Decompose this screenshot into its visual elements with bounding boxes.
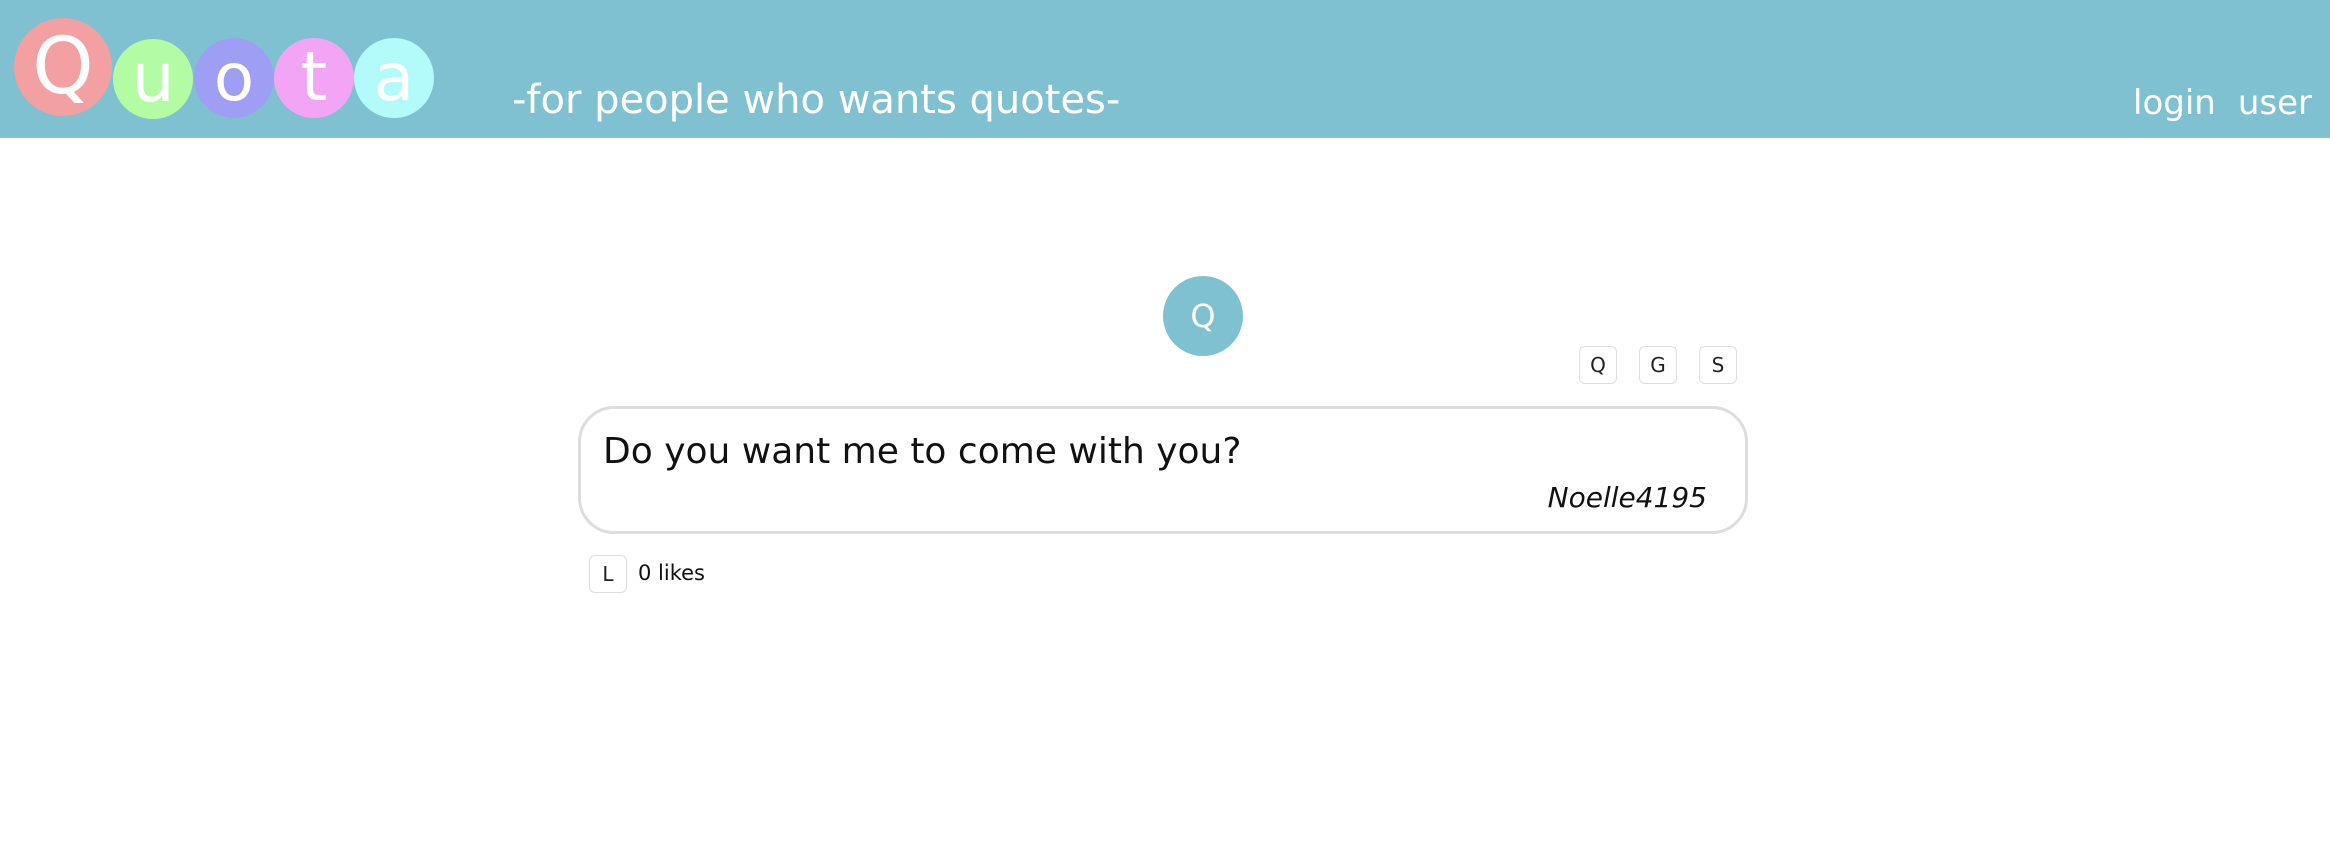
logo[interactable]: Q u o t a (0, 0, 460, 138)
logo-letter-u: u (113, 39, 193, 119)
like-button[interactable]: L (589, 555, 627, 593)
header-nav: login user (2133, 78, 2312, 128)
q-action-button[interactable]: Q (1579, 346, 1617, 384)
site-header: Q u o t a -for people who wants quotes- … (0, 0, 2330, 138)
quote-avatar[interactable]: Q (1163, 276, 1243, 356)
s-action-button[interactable]: S (1699, 346, 1737, 384)
logo-letter-q: Q (14, 18, 112, 116)
logo-letter-o: o (194, 38, 274, 118)
quote-card: Do you want me to come with you? Noelle4… (578, 406, 1748, 534)
login-link[interactable]: login (2133, 78, 2216, 128)
likes-count: 0 likes (638, 561, 705, 585)
logo-letter-a: a (354, 38, 434, 118)
site-tagline: -for people who wants quotes- (512, 77, 1121, 123)
quote-author[interactable]: Noelle4195 (1548, 481, 1707, 514)
logo-letter-t: t (274, 38, 354, 118)
user-link[interactable]: user (2238, 78, 2312, 128)
g-action-button[interactable]: G (1639, 346, 1677, 384)
quote-text: Do you want me to come with you? (603, 431, 1242, 472)
